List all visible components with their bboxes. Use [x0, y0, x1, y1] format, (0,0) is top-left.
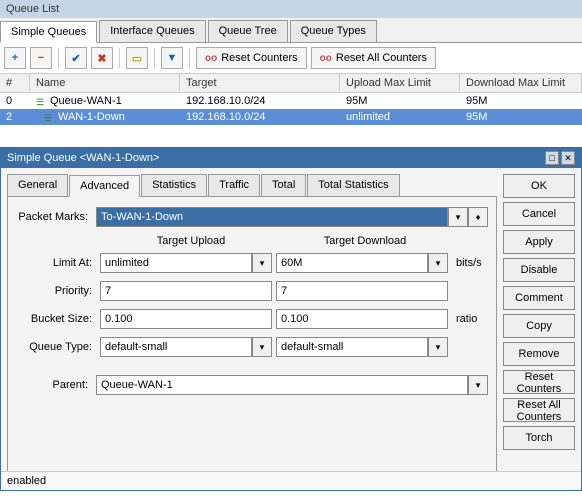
- tab-advanced[interactable]: Advanced: [69, 175, 140, 197]
- queue-type-label: Queue Type:: [16, 341, 96, 353]
- queue-type-upload-input[interactable]: [100, 337, 252, 357]
- remove-button[interactable]: −: [30, 47, 52, 69]
- status-text: enabled: [7, 475, 46, 487]
- queue-icon: [36, 96, 46, 106]
- cell-num: 0: [0, 93, 30, 109]
- cell-download: 95M: [460, 93, 582, 109]
- th-name[interactable]: Name: [30, 74, 180, 92]
- queue-table: # Name Target Upload Max Limit Download …: [0, 74, 582, 125]
- tab-traffic[interactable]: Traffic: [208, 174, 260, 196]
- disable-button[interactable]: Disable: [503, 258, 575, 282]
- toolbar-separator: [119, 48, 120, 68]
- tab-simple-queues[interactable]: Simple Queues: [0, 21, 97, 43]
- limit-at-unit: bits/s: [452, 257, 488, 269]
- target-upload-header: Target Upload: [104, 235, 278, 247]
- priority-label: Priority:: [16, 285, 96, 297]
- simple-queue-dialog: Simple Queue <WAN-1-Down> □ ✕ General Ad…: [0, 147, 582, 491]
- main-tabs: Simple Queues Interface Queues Queue Tre…: [0, 18, 582, 43]
- limit-at-label: Limit At:: [16, 257, 96, 269]
- table-header: # Name Target Upload Max Limit Download …: [0, 74, 582, 93]
- dropdown-icon[interactable]: ▾: [448, 207, 468, 227]
- torch-button[interactable]: Torch: [503, 426, 575, 450]
- dialog-controls: □ ✕: [545, 151, 575, 165]
- table-row[interactable]: 2 WAN-1-Down 192.168.10.0/24 unlimited 9…: [0, 109, 582, 125]
- bucket-upload-input[interactable]: [100, 309, 272, 329]
- reset-counters-button[interactable]: ooReset Counters: [196, 47, 307, 69]
- queue-icon: [44, 112, 54, 122]
- table-row[interactable]: 0 Queue-WAN-1 192.168.10.0/24 95M 95M: [0, 93, 582, 109]
- dialog-titlebar: Simple Queue <WAN-1-Down> □ ✕: [1, 148, 581, 168]
- reset-all-counters-button[interactable]: ooReset All Counters: [311, 47, 436, 69]
- th-num[interactable]: #: [0, 74, 30, 92]
- parent-label: Parent:: [16, 379, 96, 391]
- toolbar-separator: [58, 48, 59, 68]
- apply-button[interactable]: Apply: [503, 230, 575, 254]
- cell-target: 192.168.10.0/24: [180, 109, 340, 125]
- tab-queue-tree[interactable]: Queue Tree: [208, 20, 288, 42]
- th-download[interactable]: Download Max Limit: [460, 74, 582, 92]
- cell-upload: 95M: [340, 93, 460, 109]
- limit-at-upload-input[interactable]: [100, 253, 252, 273]
- add-button[interactable]: +: [4, 47, 26, 69]
- tab-statistics[interactable]: Statistics: [141, 174, 207, 196]
- copy-button[interactable]: Copy: [503, 314, 575, 338]
- priority-download-input[interactable]: [276, 281, 448, 301]
- close-icon[interactable]: ✕: [561, 151, 575, 165]
- toolbar-separator: [154, 48, 155, 68]
- dropdown-icon[interactable]: ▾: [252, 337, 272, 357]
- cell-name: WAN-1-Down: [30, 109, 180, 125]
- limit-at-download-input[interactable]: [276, 253, 428, 273]
- counter-icon: oo: [320, 53, 332, 64]
- th-target[interactable]: Target: [180, 74, 340, 92]
- th-upload[interactable]: Upload Max Limit: [340, 74, 460, 92]
- tab-total-statistics[interactable]: Total Statistics: [307, 174, 399, 196]
- queue-type-download-input[interactable]: [276, 337, 428, 357]
- dialog-title: Simple Queue <WAN-1-Down>: [7, 152, 159, 164]
- dropdown-icon[interactable]: ▾: [468, 375, 488, 395]
- dialog-tabs: General Advanced Statistics Traffic Tota…: [7, 174, 497, 197]
- cell-download: 95M: [460, 109, 582, 125]
- status-bar: enabled: [1, 471, 581, 490]
- packet-marks-input[interactable]: [96, 207, 448, 227]
- cell-target: 192.168.10.0/24: [180, 93, 340, 109]
- priority-upload-input[interactable]: [100, 281, 272, 301]
- cancel-button[interactable]: Cancel: [503, 202, 575, 226]
- tab-total[interactable]: Total: [261, 174, 306, 196]
- updown-icon[interactable]: ♦: [468, 207, 488, 227]
- dropdown-icon[interactable]: ▾: [428, 337, 448, 357]
- bucket-download-input[interactable]: [276, 309, 448, 329]
- tab-interface-queues[interactable]: Interface Queues: [99, 20, 205, 42]
- parent-input[interactable]: [96, 375, 468, 395]
- disable-button[interactable]: ✖: [91, 47, 113, 69]
- cell-num: 2: [0, 109, 30, 125]
- ok-button[interactable]: OK: [503, 174, 575, 198]
- dock-icon[interactable]: □: [545, 151, 559, 165]
- enable-button[interactable]: ✔: [65, 47, 87, 69]
- tab-queue-types[interactable]: Queue Types: [290, 20, 377, 42]
- dialog-buttons: OK Cancel Apply Disable Comment Copy Rem…: [503, 174, 575, 484]
- window-title: Queue List: [6, 3, 59, 15]
- dialog-content: Packet Marks: ▾ ♦ Target Upload Target D…: [7, 197, 497, 484]
- counter-icon: oo: [205, 53, 217, 64]
- target-download-header: Target Download: [278, 235, 452, 247]
- toolbar-separator: [189, 48, 190, 68]
- packet-marks-label: Packet Marks:: [16, 211, 96, 223]
- bucket-size-label: Bucket Size:: [16, 313, 96, 325]
- dropdown-icon[interactable]: ▾: [428, 253, 448, 273]
- remove-button[interactable]: Remove: [503, 342, 575, 366]
- bucket-unit: ratio: [452, 313, 488, 325]
- tab-general[interactable]: General: [7, 174, 68, 196]
- comment-button[interactable]: Comment: [503, 286, 575, 310]
- cell-upload: unlimited: [340, 109, 460, 125]
- dropdown-icon[interactable]: ▾: [252, 253, 272, 273]
- comment-button[interactable]: ▭: [126, 47, 148, 69]
- window-titlebar: Queue List: [0, 0, 582, 18]
- toolbar: + − ✔ ✖ ▭ ▼ ooReset Counters ooReset All…: [0, 43, 582, 74]
- reset-all-counters-button[interactable]: Reset All Counters: [503, 398, 575, 422]
- cell-name: Queue-WAN-1: [30, 93, 180, 109]
- reset-counters-button[interactable]: Reset Counters: [503, 370, 575, 394]
- filter-button[interactable]: ▼: [161, 47, 183, 69]
